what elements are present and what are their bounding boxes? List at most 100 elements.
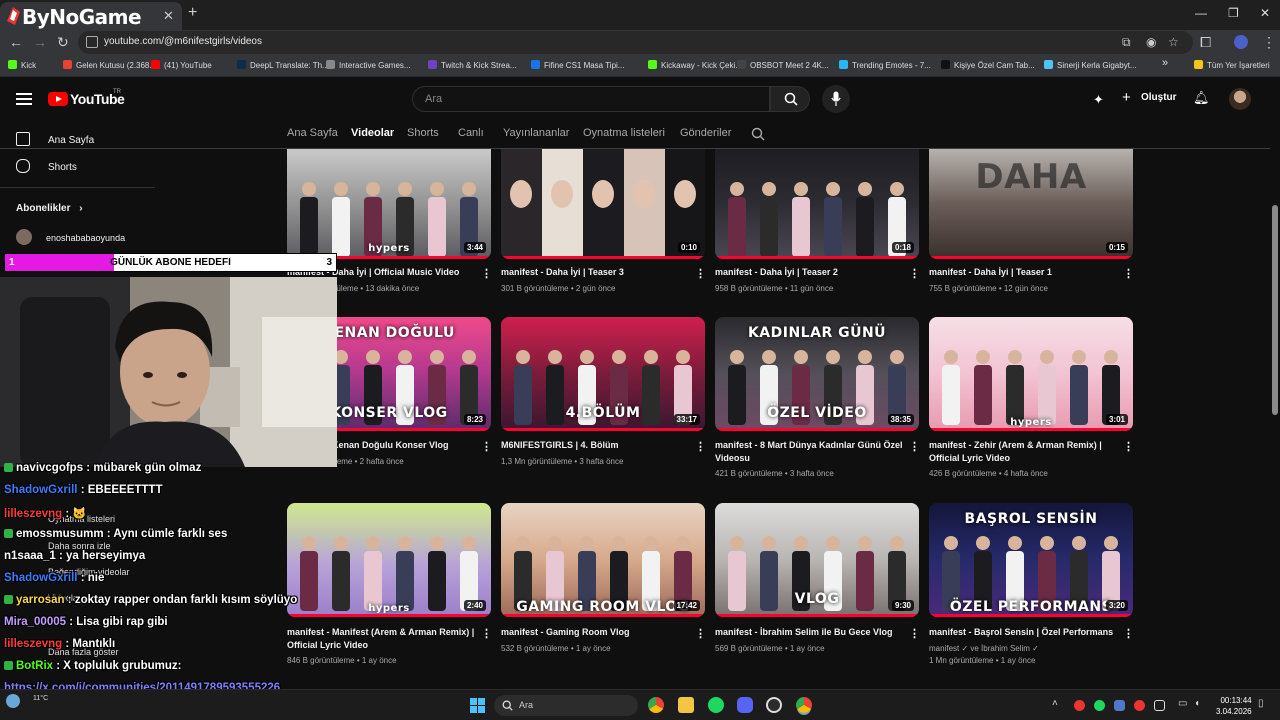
video-title[interactable]: manifest - İbrahim Selim ile Bu Gece Vlo…	[715, 626, 905, 639]
video-title[interactable]: manifest - Başrol Sensin | Özel Performa…	[929, 626, 1119, 639]
voice-search-button[interactable]	[822, 85, 850, 113]
new-tab-icon[interactable]: +	[188, 4, 197, 22]
tray-spotify-icon[interactable]	[1094, 700, 1105, 711]
search-button[interactable]	[770, 86, 810, 112]
bookmark-item[interactable]: (41) YouTube	[151, 60, 212, 70]
network-icon[interactable]: ▭	[1178, 698, 1187, 709]
taskbar-search[interactable]: Ara	[494, 695, 638, 716]
video-title[interactable]: manifest - Manifest (Arem & Arman Remix)…	[287, 626, 477, 652]
video-thumbnail[interactable]: 4.BÖLÜM 33:17	[501, 317, 705, 431]
browser-tab[interactable]: ByNoGame ✕	[0, 2, 182, 30]
video-title[interactable]: manifest - Daha İyi | Teaser 1	[929, 266, 1119, 279]
video-thumbnail[interactable]: VLOG 9:30	[715, 503, 919, 617]
video-thumbnail[interactable]: 0:18	[715, 149, 919, 259]
file-explorer-icon[interactable]	[678, 697, 694, 713]
bookmark-item[interactable]: Fifine CS1 Masa Tipi...	[531, 60, 624, 70]
bookmark-item[interactable]: Kick	[8, 60, 36, 70]
search-input[interactable]	[425, 93, 745, 105]
bookmark-item[interactable]: OBSBOT Meet 2 4K...	[737, 60, 829, 70]
video-channel-line[interactable]: manifest ✓ ve İbrahim Selim ✓	[929, 644, 1129, 653]
video-menu-icon[interactable]: ⋮	[1123, 267, 1134, 280]
sidebar-item-shorts[interactable]: Shorts	[16, 159, 77, 173]
account-avatar[interactable]	[1229, 88, 1251, 110]
volume-icon[interactable]: ◖	[1194, 698, 1200, 709]
bookmark-star-icon[interactable]: ☆	[1168, 35, 1179, 49]
chrome-menu-icon[interactable]: ⋮	[1262, 34, 1276, 51]
bookmark-item[interactable]: Trending Emotes - 7...	[839, 60, 931, 70]
bookmark-item[interactable]: DeepL Translate: Th...	[237, 60, 329, 70]
video-menu-icon[interactable]: ⋮	[481, 267, 492, 280]
taskbar-clock[interactable]: 00:13:44 3.04.2026	[1216, 695, 1252, 717]
eye-off-icon[interactable]: ◉	[1146, 35, 1156, 49]
close-window-icon[interactable]: ✕	[1260, 6, 1270, 20]
youtube-logo-icon[interactable]	[48, 92, 68, 106]
chrome-taskbar-icon[interactable]	[648, 697, 664, 713]
video-menu-icon[interactable]: ⋮	[695, 267, 706, 280]
video-menu-icon[interactable]: ⋮	[695, 440, 706, 453]
studio-icon[interactable]: ✦	[1093, 92, 1104, 108]
video-title[interactable]: manifest - 8 Mart Dünya Kadınlar Günü Öz…	[715, 439, 905, 465]
profile-icon[interactable]	[1234, 35, 1248, 49]
cast-icon[interactable]: ⧉	[1122, 35, 1131, 50]
tab-4[interactable]: Yayınlananlar	[503, 127, 569, 139]
video-menu-icon[interactable]: ⋮	[1123, 627, 1134, 640]
bookmark-item[interactable]: Interactive Games...	[326, 60, 411, 70]
extensions-icon[interactable]: ⧠	[1200, 34, 1211, 51]
maximize-icon[interactable]: ❐	[1228, 6, 1239, 20]
video-title[interactable]: manifest - Daha İyi | Teaser 2	[715, 266, 905, 279]
spotify-icon[interactable]	[708, 697, 724, 713]
video-thumbnail[interactable]: GAMING ROOM VLOG 17:42	[501, 503, 705, 617]
bookmark-item[interactable]: Kişiye Özel Cam Tab...	[941, 60, 1035, 70]
tray-record-icon[interactable]	[1134, 700, 1145, 711]
video-thumbnail[interactable]: 0:10	[501, 149, 705, 259]
video-thumbnail[interactable]: DAHA 0:15	[929, 149, 1133, 259]
bookmark-item[interactable]: Tüm Yer İşaretleri	[1194, 60, 1270, 70]
video-title[interactable]: manifest - Zehir (Arem & Arman Remix) | …	[929, 439, 1119, 465]
address-bar[interactable]: youtube.com/@m6nifestgirls/videos ⧉ ◉ ☆	[78, 31, 1193, 54]
chrome-active-icon[interactable]	[796, 697, 812, 713]
bookmark-item[interactable]: Gelen Kutusu (2.368...	[63, 60, 156, 70]
video-menu-icon[interactable]: ⋮	[909, 440, 920, 453]
site-info-icon[interactable]	[86, 36, 98, 48]
video-menu-icon[interactable]: ⋮	[695, 627, 706, 640]
video-title[interactable]: manifest - Gaming Room Vlog	[501, 626, 691, 639]
video-menu-icon[interactable]: ⋮	[909, 267, 920, 280]
sidebar-subscriptions-heading[interactable]: Abonelikler ›	[16, 203, 83, 214]
tray-display-icon[interactable]	[1154, 700, 1165, 711]
weather-icon[interactable]	[6, 694, 20, 708]
video-menu-icon[interactable]: ⋮	[909, 627, 920, 640]
scrollbar-thumb[interactable]	[1272, 205, 1278, 415]
notification-bell-icon[interactable]: ▯	[1258, 698, 1264, 709]
discord-icon[interactable]	[737, 697, 753, 713]
bookmarks-overflow-icon[interactable]: »	[1162, 57, 1168, 69]
video-menu-icon[interactable]: ⋮	[481, 627, 492, 640]
video-thumbnail[interactable]: hypers 3:01	[929, 317, 1133, 431]
tab-3[interactable]: Canlı	[458, 127, 484, 139]
video-menu-icon[interactable]: ⋮	[481, 440, 492, 453]
minimize-icon[interactable]: —	[1195, 6, 1207, 20]
sidebar-item-subscription[interactable]: enoshababaoyunda	[16, 229, 125, 245]
create-plus-icon[interactable]: +	[1122, 89, 1131, 106]
channel-search-icon[interactable]	[751, 127, 765, 141]
bookmark-item[interactable]: Sinerji Kerla Gigabyt...	[1044, 60, 1137, 70]
back-icon[interactable]: ←	[9, 34, 23, 50]
start-icon[interactable]	[470, 698, 485, 713]
video-thumbnail[interactable]: hypers 3:44	[287, 149, 491, 259]
tab-5[interactable]: Oynatma listeleri	[583, 127, 665, 139]
tray-steam-icon[interactable]	[1114, 700, 1125, 711]
notifications-icon[interactable]: 🔔︎	[1193, 90, 1210, 106]
create-button[interactable]: Oluştur	[1141, 92, 1177, 103]
tab-6[interactable]: Gönderiler	[680, 127, 731, 139]
tab-2[interactable]: Shorts	[407, 127, 439, 139]
tray-app-icon[interactable]	[1074, 700, 1085, 711]
video-thumbnail[interactable]: ÖZEL PERFORMANS BAŞROL SENSİN 3:20	[929, 503, 1133, 617]
bookmark-item[interactable]: Kickaway - Kick Çeki...	[648, 60, 742, 70]
video-title[interactable]: M6NIFESTGIRLS | 4. Bölüm	[501, 439, 691, 452]
forward-icon[interactable]: →	[33, 34, 47, 50]
bookmark-item[interactable]: Twitch & Kick Strea...	[428, 60, 517, 70]
sidebar-item-home[interactable]: Ana Sayfa	[16, 132, 94, 146]
tab-1[interactable]: Videolar	[351, 127, 394, 139]
search-box[interactable]	[412, 86, 770, 112]
tab-0[interactable]: Ana Sayfa	[287, 127, 338, 139]
tab-close-icon[interactable]: ✕	[163, 8, 174, 24]
